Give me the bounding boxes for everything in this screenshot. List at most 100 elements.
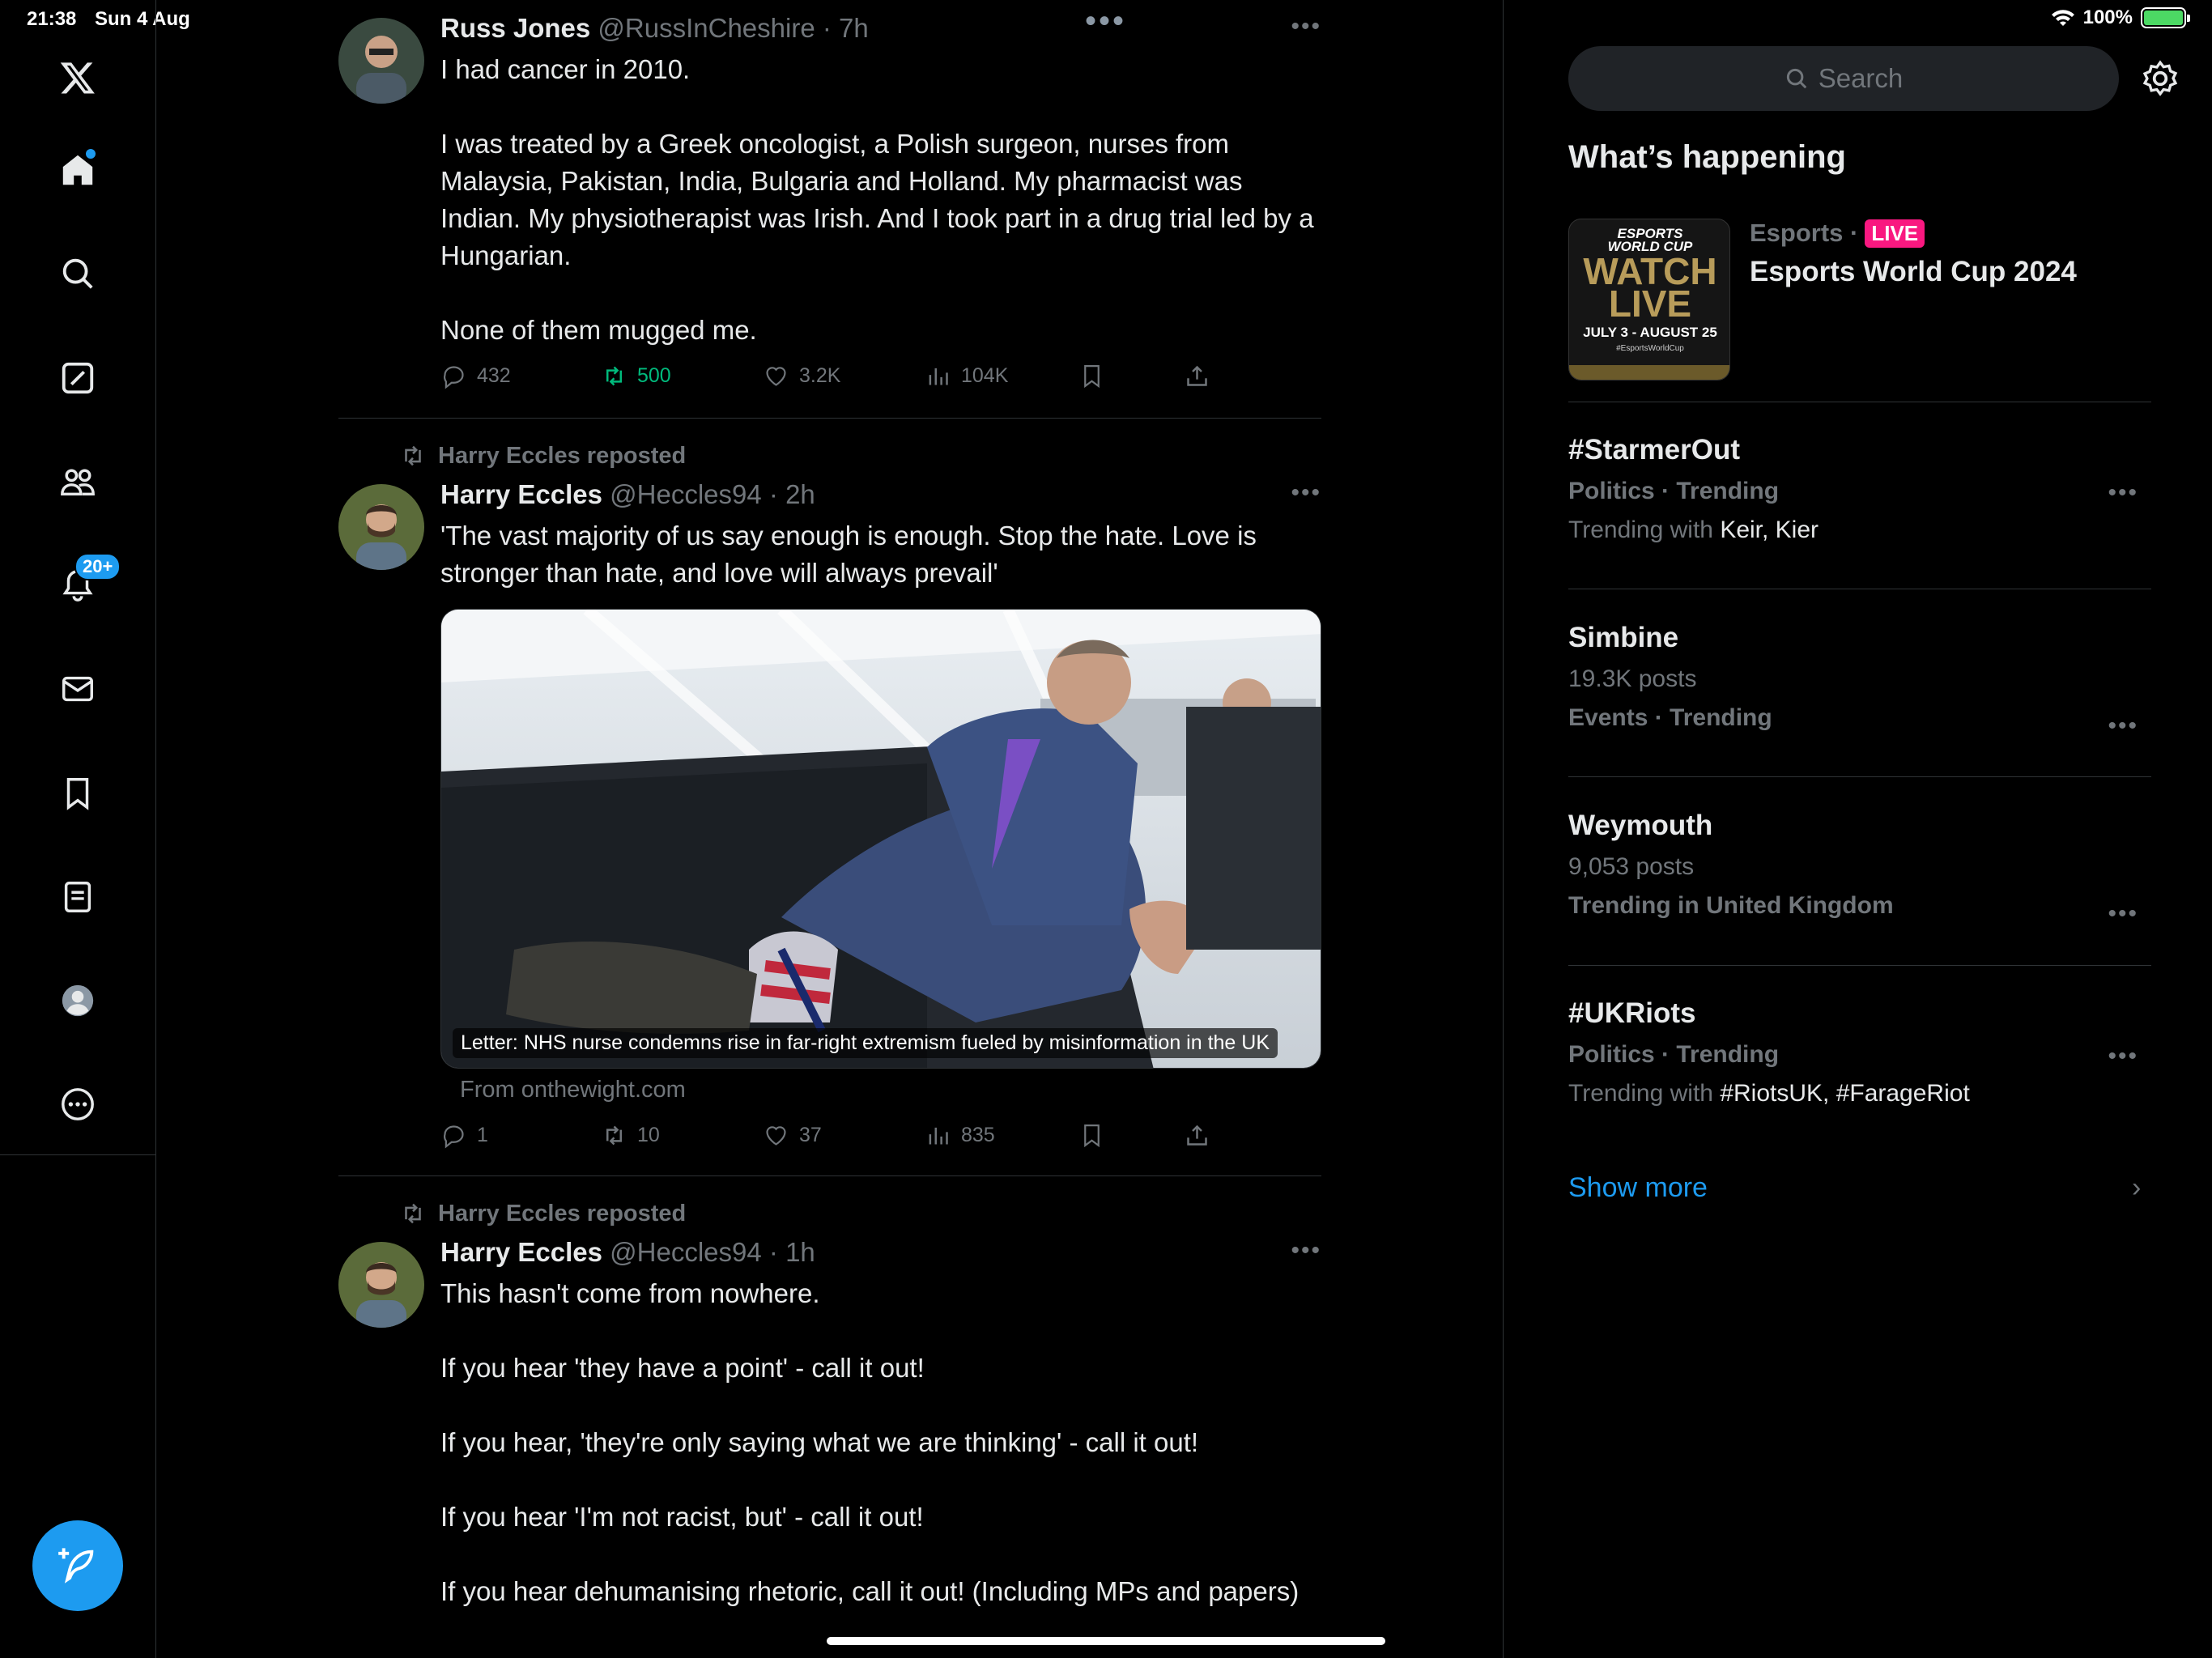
featured-meta: Esports · LIVE [1750,219,1925,248]
view-count: 104K [961,364,1009,387]
author-handle[interactable]: @Heccles94 [610,1237,762,1267]
retweet-count: 500 [637,364,671,387]
settings-gear-icon[interactable] [2140,58,2180,99]
retweet-button[interactable]: 10 [601,1122,660,1149]
top-page-dots[interactable]: ••• [1085,3,1126,40]
trend-more-icon[interactable]: ••• [2108,900,2138,928]
tweet-time: · 2h [768,479,815,509]
messages-icon[interactable] [52,663,104,715]
trend-post-count: 9,053 posts [1568,853,1695,880]
trend-more-icon[interactable]: ••• [2108,479,2138,507]
bookmarks-icon[interactable] [52,767,104,819]
reply-button[interactable]: 432 [440,363,511,389]
author-name[interactable]: Harry Eccles [440,479,602,509]
trend-more-icon[interactable]: ••• [2108,712,2138,740]
reply-icon [444,1125,464,1149]
retweet-count: 10 [637,1124,660,1146]
trend-post-count: 19.3K posts [1568,665,1697,692]
compose-feather-icon [58,1548,94,1584]
right-sidebar: Search What’s happening ESPORTS WORLD CU… [1503,0,2212,1658]
more-options-icon[interactable] [52,1078,104,1130]
featured-trend-esports[interactable]: ESPORTS WORLD CUP WATCH LIVE JULY 3 - AU… [1568,219,2151,380]
notifications-icon[interactable]: 20+ [52,553,121,611]
reply-count: 432 [477,364,511,387]
trend-context: Politics · Trending [1568,478,1780,504]
avatar[interactable] [338,484,424,570]
author-name[interactable]: Harry Eccles [440,1237,602,1267]
like-button[interactable]: 3.2K [763,363,840,389]
tweet-text: This hasn't come from nowhere. If you he… [440,1278,1300,1606]
bookmark-button[interactable] [1078,1122,1105,1149]
compose-post-button[interactable] [32,1520,123,1611]
tweet-time: · 1h [768,1237,815,1267]
search-icon [1786,68,1807,89]
tweet-more-icon[interactable]: ••• [1291,13,1321,40]
views-button[interactable]: 835 [925,1122,995,1149]
search-icon[interactable] [52,248,104,300]
trend-divider [1568,776,2151,777]
home-icon[interactable] [52,144,104,196]
avatar[interactable] [338,18,424,104]
views-icon [929,1127,948,1145]
thumb-dates: JULY 3 - AUGUST 25 [1583,325,1717,340]
bookmark-button[interactable] [1078,363,1105,389]
share-button[interactable] [1184,1122,1210,1149]
retweet-button[interactable]: 500 [601,363,671,389]
trend-more-icon[interactable]: ••• [2108,1043,2138,1070]
communities-icon[interactable] [52,456,104,508]
tweet-more-icon[interactable]: ••• [1291,479,1321,507]
share-icon [1187,1124,1207,1146]
new-posts-dot [86,149,96,159]
trend-context: Events · Trending [1568,704,1772,731]
author-handle[interactable]: @RussInCheshire [598,13,815,43]
repost-text[interactable]: Harry Eccles reposted [438,1201,686,1227]
tweet-header: Harry Eccles @Heccles94 · 2h [440,479,815,510]
author-handle[interactable]: @Heccles94 [610,479,762,509]
tweet-text: 'The vast majority of us say enough is e… [440,521,1265,588]
like-count: 3.2K [799,364,841,387]
tweet-time: · 7h [822,13,869,43]
share-button[interactable] [1184,363,1210,389]
left-nav: 20+ [0,0,156,1658]
search-placeholder: Search [1818,63,1904,93]
lists-icon[interactable] [52,871,104,923]
repost-label: Harry Eccles reposted [399,1200,686,1227]
tweet-header: Harry Eccles @Heccles94 · 1h [440,1237,815,1268]
tweet-divider [338,1175,1321,1176]
thumb-watch-live: WATCH LIVE [1583,250,1717,325]
trend-item[interactable]: Weymouth 9,053 posts Trending in United … [1568,810,2151,927]
trend-item[interactable]: #UKRiots Politics · Trending Trending wi… [1568,997,2151,1107]
tweet-more-icon[interactable]: ••• [1291,1237,1321,1265]
tweet-header: Russ Jones @RussInCheshire · 7h [440,13,869,44]
live-badge: LIVE [1865,219,1925,248]
like-button[interactable]: 37 [763,1122,822,1149]
repost-text[interactable]: Harry Eccles reposted [438,443,686,470]
views-button[interactable]: 104K [925,363,1008,389]
repost-label: Harry Eccles reposted [399,442,686,470]
thumb-banner [1569,365,1729,380]
show-more-link[interactable]: Show more [1568,1172,1708,1204]
avatar[interactable] [338,1242,424,1328]
views-icon [929,368,948,385]
trend-context: Politics · Trending [1568,1041,1780,1068]
esports-thumbnail: ESPORTS WORLD CUP WATCH LIVE JULY 3 - AU… [1568,219,1730,380]
link-card-image[interactable]: Letter: NHS nurse condemns rise in far-r… [440,609,1321,1069]
link-source[interactable]: From onthewight.com [460,1077,686,1103]
bookmark-icon [1084,1124,1100,1148]
tweet-actions: 432 500 3.2K 104K [440,363,1250,395]
like-count: 37 [799,1124,822,1146]
author-name[interactable]: Russ Jones [440,13,590,43]
reply-count: 1 [477,1124,488,1146]
reply-icon [444,366,464,389]
home-indicator[interactable] [827,1637,1385,1645]
retweet-icon [606,1125,622,1146]
reply-button[interactable]: 1 [440,1122,488,1149]
x-logo-icon[interactable] [52,52,104,104]
profile-avatar-icon[interactable] [52,975,104,1027]
chevron-right-icon[interactable]: › [2132,1172,2141,1204]
whats-happening-title: What’s happening [1568,139,1846,175]
grok-icon[interactable] [52,352,104,404]
trend-item[interactable]: #StarmerOut Politics · Trending Trending… [1568,434,2151,544]
trend-item[interactable]: Simbine 19.3K posts Events · Trending ••… [1568,622,2151,739]
search-input[interactable]: Search [1568,46,2119,111]
